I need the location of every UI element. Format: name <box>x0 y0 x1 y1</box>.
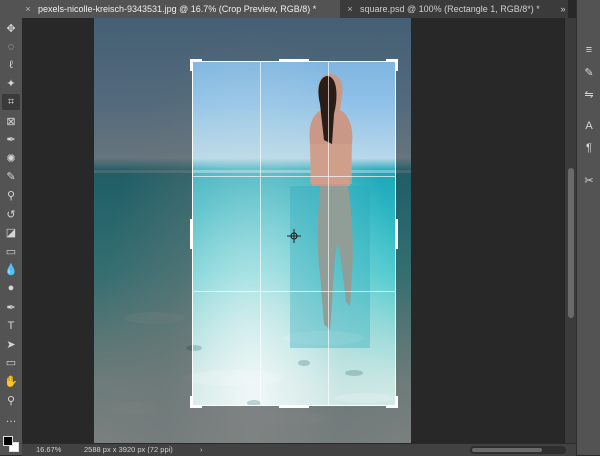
zoom-level[interactable]: 16.67% <box>36 445 61 454</box>
crop-box[interactable] <box>190 59 398 408</box>
brush-settings-panel-icon[interactable]: ✎ <box>581 64 597 80</box>
crop-handle-bottom-left[interactable] <box>190 396 193 408</box>
gradient-tool-icon[interactable]: ▭ <box>2 243 20 259</box>
character-panel-icon[interactable]: A <box>581 118 597 134</box>
document-tab-bar: × pexels-nicolle-kreisch-9343531.jpg @ 16… <box>22 0 568 19</box>
crop-handle-bottom[interactable] <box>279 405 309 408</box>
marquee-tool-icon[interactable]: ◌ <box>2 39 20 55</box>
vertical-scroll-thumb[interactable] <box>568 168 574 318</box>
crop-shield-bottom <box>192 406 396 443</box>
healing-brush-tool-icon[interactable]: ✺ <box>2 150 20 166</box>
document-size: 2588 px x 3920 px (72 ppi) <box>84 445 173 454</box>
crop-grid-line <box>193 291 395 292</box>
dodge-tool-icon[interactable]: ● <box>2 280 20 296</box>
type-tool-icon[interactable]: T <box>2 318 20 334</box>
path-selection-tool-icon[interactable]: ➤ <box>2 336 20 352</box>
crop-handle-left[interactable] <box>190 219 193 249</box>
crop-shield-top <box>192 18 396 61</box>
canvas-area[interactable] <box>22 18 564 443</box>
status-bar: 16.67% 2588 px x 3920 px (72 ppi) › <box>22 443 576 456</box>
tools-toolbar: ✥ ◌ ℓ ✦ ⌗ ⊠ ✒ ✺ ✎ ⚲ ↺ ◪ ▭ 💧 ● ✒ T ➤ ▭ ✋ ⚲ … <box>0 0 23 455</box>
close-tab-icon[interactable]: × <box>344 0 356 18</box>
eyedropper-tool-icon[interactable]: ✒ <box>2 132 20 148</box>
crop-grid-line <box>260 62 261 405</box>
tabs-overflow-icon[interactable]: » <box>558 0 568 18</box>
crop-handle-top-left[interactable] <box>190 59 193 71</box>
adjustments-panel-icon[interactable]: ≡ <box>581 42 597 58</box>
pen-tool-icon[interactable]: ✒ <box>2 299 20 315</box>
crop-handle-top[interactable] <box>279 59 309 62</box>
frame-tool-icon[interactable]: ⊠ <box>2 113 20 129</box>
crop-shield-right <box>396 18 411 443</box>
foreground-color-swatch[interactable] <box>3 436 13 446</box>
hand-tool-icon[interactable]: ✋ <box>2 373 20 389</box>
panel-dock: ≡ ✎ ⇋ A ¶ ✂ <box>576 0 600 455</box>
blur-tool-icon[interactable]: 💧 <box>2 262 20 278</box>
brush-tool-icon[interactable]: ✎ <box>2 169 20 185</box>
tab-label: pexels-nicolle-kreisch-9343531.jpg @ 16.… <box>38 4 317 14</box>
horizontal-scroll-thumb[interactable] <box>472 448 542 452</box>
tool-presets-panel-icon[interactable]: ⇋ <box>581 86 597 102</box>
crop-shield-left <box>94 18 192 443</box>
crop-grid-line <box>193 176 395 177</box>
clone-stamp-tool-icon[interactable]: ⚲ <box>2 187 20 203</box>
status-menu-arrow-icon[interactable]: › <box>200 445 203 454</box>
tools-panel-icon[interactable]: ✂ <box>581 172 597 188</box>
lasso-tool-icon[interactable]: ℓ <box>2 57 20 73</box>
crop-tool-icon[interactable]: ⌗ <box>2 94 20 111</box>
close-tab-icon[interactable]: × <box>22 0 34 18</box>
tab-active-document[interactable]: × pexels-nicolle-kreisch-9343531.jpg @ 16… <box>22 0 340 18</box>
crop-handle-bottom-right[interactable] <box>395 396 398 408</box>
magic-wand-tool-icon[interactable]: ✦ <box>2 76 20 92</box>
more-tools-icon[interactable]: … <box>2 411 20 427</box>
tab-square-psd[interactable]: × square.psd @ 100% (Rectangle 1, RGB/8*)… <box>344 0 558 18</box>
move-tool-icon[interactable]: ✥ <box>2 20 20 36</box>
tab-label: square.psd @ 100% (Rectangle 1, RGB/8*) … <box>360 4 540 14</box>
crop-grid-line <box>328 62 329 405</box>
crop-handle-right[interactable] <box>395 219 398 249</box>
history-brush-tool-icon[interactable]: ↺ <box>2 206 20 222</box>
zoom-tool-icon[interactable]: ⚲ <box>2 392 20 408</box>
crop-center-reference-icon[interactable] <box>287 229 301 243</box>
horizontal-scrollbar[interactable] <box>470 446 566 454</box>
rectangle-tool-icon[interactable]: ▭ <box>2 355 20 371</box>
crop-handle-top-right[interactable] <box>395 59 398 71</box>
paragraph-panel-icon[interactable]: ¶ <box>581 140 597 156</box>
eraser-tool-icon[interactable]: ◪ <box>2 225 20 241</box>
